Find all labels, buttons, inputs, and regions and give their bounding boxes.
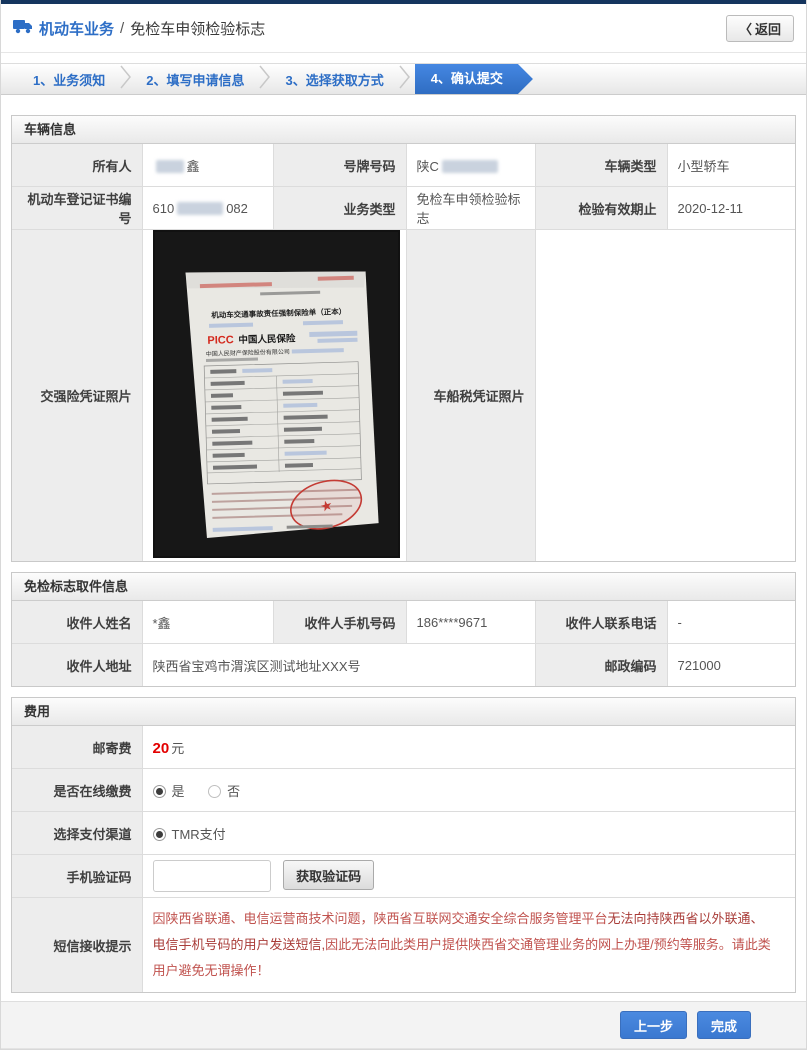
registration-no-label: 机动车登记证书编号	[11, 186, 143, 230]
recipient-address-label: 收件人地址	[11, 643, 143, 687]
owner-value: 鑫	[141, 143, 274, 187]
get-captcha-button[interactable]: 获取验证码	[283, 860, 375, 890]
sms-tip-label: 短信接收提示	[11, 897, 143, 993]
captcha-input[interactable]	[152, 860, 271, 892]
table-row: 是否在线缴费 是 否	[11, 768, 796, 812]
postage-amount: 20	[152, 739, 170, 757]
business-type-value: 免检车申领检验标志	[405, 186, 536, 230]
header: 机动车业务 / 免检车申领检验标志 〈 返回	[1, 4, 806, 53]
radio-online-yes-label[interactable]: 是	[172, 784, 185, 799]
page: 机动车业务 / 免检车申领检验标志 〈 返回 1、业务须知 2、填写申请信息 3…	[0, 0, 807, 1050]
table-row: 收件人姓名 *鑫 收件人手机号码 186****9671 收件人联系电话 -	[11, 600, 796, 644]
chevron-separator-icon	[398, 64, 411, 95]
delivery-section-title: 免检标志取件信息	[12, 573, 795, 601]
svg-text:中国人民保险: 中国人民保险	[238, 332, 296, 346]
insurance-photo: 机动车交通事故责任强制保险单（正本） PICC 中国人民保险 中国人民财产保险股…	[141, 229, 407, 562]
business-type-label: 业务类型	[272, 186, 407, 230]
tab-step-1[interactable]: 1、业务须知	[21, 70, 117, 89]
sms-notice-text: 因陕西省联通、电信运营商技术问题，陕西省互联网交通安全综合服务管理平台无法向持陕…	[152, 911, 771, 978]
sms-tip-value: 因陕西省联通、电信运营商技术问题，陕西省互联网交通安全综合服务管理平台无法向持陕…	[141, 897, 796, 993]
back-chevron-icon: 〈	[738, 21, 752, 37]
tab-step-3[interactable]: 3、选择获取方式	[273, 70, 395, 89]
page-title-secondary: 免检车申领检验标志	[130, 20, 266, 38]
vehicle-section-title: 车辆信息	[12, 116, 795, 144]
radio-online-no[interactable]	[208, 784, 222, 798]
finish-button[interactable]: 完成	[696, 1011, 751, 1039]
insurance-photo-label: 交强险凭证照片	[11, 229, 143, 562]
postcode-value: 721000	[666, 643, 796, 687]
radio-online-yes[interactable]	[152, 784, 166, 798]
online-pay-label: 是否在线缴费	[11, 768, 143, 812]
delivery-info-table: 收件人姓名 *鑫 收件人手机号码 186****9671 收件人联系电话 - 收…	[11, 600, 796, 687]
fee-section: 费用 邮寄费 20 元 是否在线缴费 是 否 选择支付渠道 TMR支付 手机验证…	[11, 697, 796, 993]
fee-section-title: 费用	[12, 698, 795, 726]
captcha-row: 获取验证码	[141, 854, 796, 898]
plate-value: 陕C	[405, 143, 536, 187]
owner-label: 所有人	[11, 143, 143, 187]
pay-channel-label: 选择支付渠道	[11, 811, 143, 855]
vehicle-info-section: 车辆信息 所有人 鑫 号牌号码 陕C 车辆类型 小型轿车 机动车登记证书编号 6…	[11, 115, 796, 562]
inspection-valid-value: 2020-12-11	[666, 186, 796, 230]
table-row: 所有人 鑫 号牌号码 陕C 车辆类型 小型轿车	[11, 143, 796, 187]
title-divider: /	[120, 19, 125, 37]
tax-photo-label: 车船税凭证照片	[405, 229, 536, 562]
chevron-separator-icon	[119, 64, 132, 95]
postage-unit: 元	[171, 740, 185, 756]
breadcrumb: 机动车业务 / 免检车申领检验标志	[13, 18, 265, 39]
back-label: 返回	[754, 21, 781, 37]
recipient-name-value: *鑫	[141, 600, 274, 644]
vehicle-type-label: 车辆类型	[534, 143, 668, 187]
inspection-valid-label: 检验有效期止	[534, 186, 668, 230]
redacted-value	[441, 159, 498, 173]
recipient-tel-value: -	[666, 600, 796, 644]
registration-no-value: 610 082	[141, 186, 274, 230]
svg-text:PICC: PICC	[207, 334, 234, 347]
captcha-label: 手机验证码	[11, 854, 143, 898]
table-row: 机动车登记证书编号 610 082 业务类型 免检车申领检验标志 检验有效期止 2…	[11, 186, 796, 230]
radio-tmr-pay-label[interactable]: TMR支付	[172, 827, 226, 842]
tab-step-2[interactable]: 2、填写申请信息	[134, 70, 256, 89]
postcode-label: 邮政编码	[534, 643, 668, 687]
recipient-mobile-label: 收件人手机号码	[272, 600, 407, 644]
redacted-value	[177, 201, 224, 215]
recipient-mobile-value: 186****9671	[405, 600, 536, 644]
recipient-tel-label: 收件人联系电话	[534, 600, 668, 644]
tab-step-4-active[interactable]: 4、确认提交	[415, 64, 533, 94]
postage-value: 20 元	[141, 725, 796, 769]
radio-tmr-pay[interactable]	[152, 827, 166, 841]
redacted-value	[155, 159, 184, 173]
pay-channel-options: TMR支付	[141, 811, 796, 855]
footer-action-bar: 上一步 完成	[1, 1001, 806, 1049]
recipient-name-label: 收件人姓名	[11, 600, 143, 644]
vehicle-info-table: 所有人 鑫 号牌号码 陕C 车辆类型 小型轿车 机动车登记证书编号 610 082…	[11, 143, 796, 562]
online-pay-options: 是 否	[141, 768, 796, 812]
table-row: 收件人地址 陕西省宝鸡市渭滨区测试地址XXX号 邮政编码 721000	[11, 643, 796, 687]
plate-label: 号牌号码	[272, 143, 407, 187]
table-row: 邮寄费 20 元	[11, 725, 796, 769]
fee-table: 邮寄费 20 元 是否在线缴费 是 否 选择支付渠道 TMR支付 手机验证码 获…	[11, 725, 796, 993]
insurance-document-photo: 机动车交通事故责任强制保险单（正本） PICC 中国人民保险 中国人民财产保险股…	[152, 230, 400, 558]
page-title-primary: 机动车业务	[39, 20, 115, 38]
delivery-info-section: 免检标志取件信息 收件人姓名 *鑫 收件人手机号码 186****9671 收件…	[11, 572, 796, 687]
truck-icon	[13, 19, 33, 38]
vehicle-type-value: 小型轿车	[666, 143, 796, 187]
back-button[interactable]: 〈 返回	[725, 14, 794, 42]
step-tabs: 1、业务须知 2、填写申请信息 3、选择获取方式 4、确认提交	[1, 63, 806, 95]
table-row: 选择支付渠道 TMR支付	[11, 811, 796, 855]
recipient-address-value: 陕西省宝鸡市渭滨区测试地址XXX号	[141, 643, 536, 687]
postage-label: 邮寄费	[11, 725, 143, 769]
radio-online-no-label[interactable]: 否	[227, 784, 240, 799]
table-row: 短信接收提示 因陕西省联通、电信运营商技术问题，陕西省互联网交通安全综合服务管理…	[11, 897, 796, 993]
table-row: 交强险凭证照片 机动车交通事故责任强制保险单（正本） PICC 中国人民保险 中…	[11, 229, 796, 562]
table-row: 手机验证码 获取验证码	[11, 854, 796, 898]
previous-step-button[interactable]: 上一步	[619, 1011, 687, 1039]
chevron-separator-icon	[258, 64, 271, 95]
tax-photo-empty-cell	[534, 229, 796, 562]
